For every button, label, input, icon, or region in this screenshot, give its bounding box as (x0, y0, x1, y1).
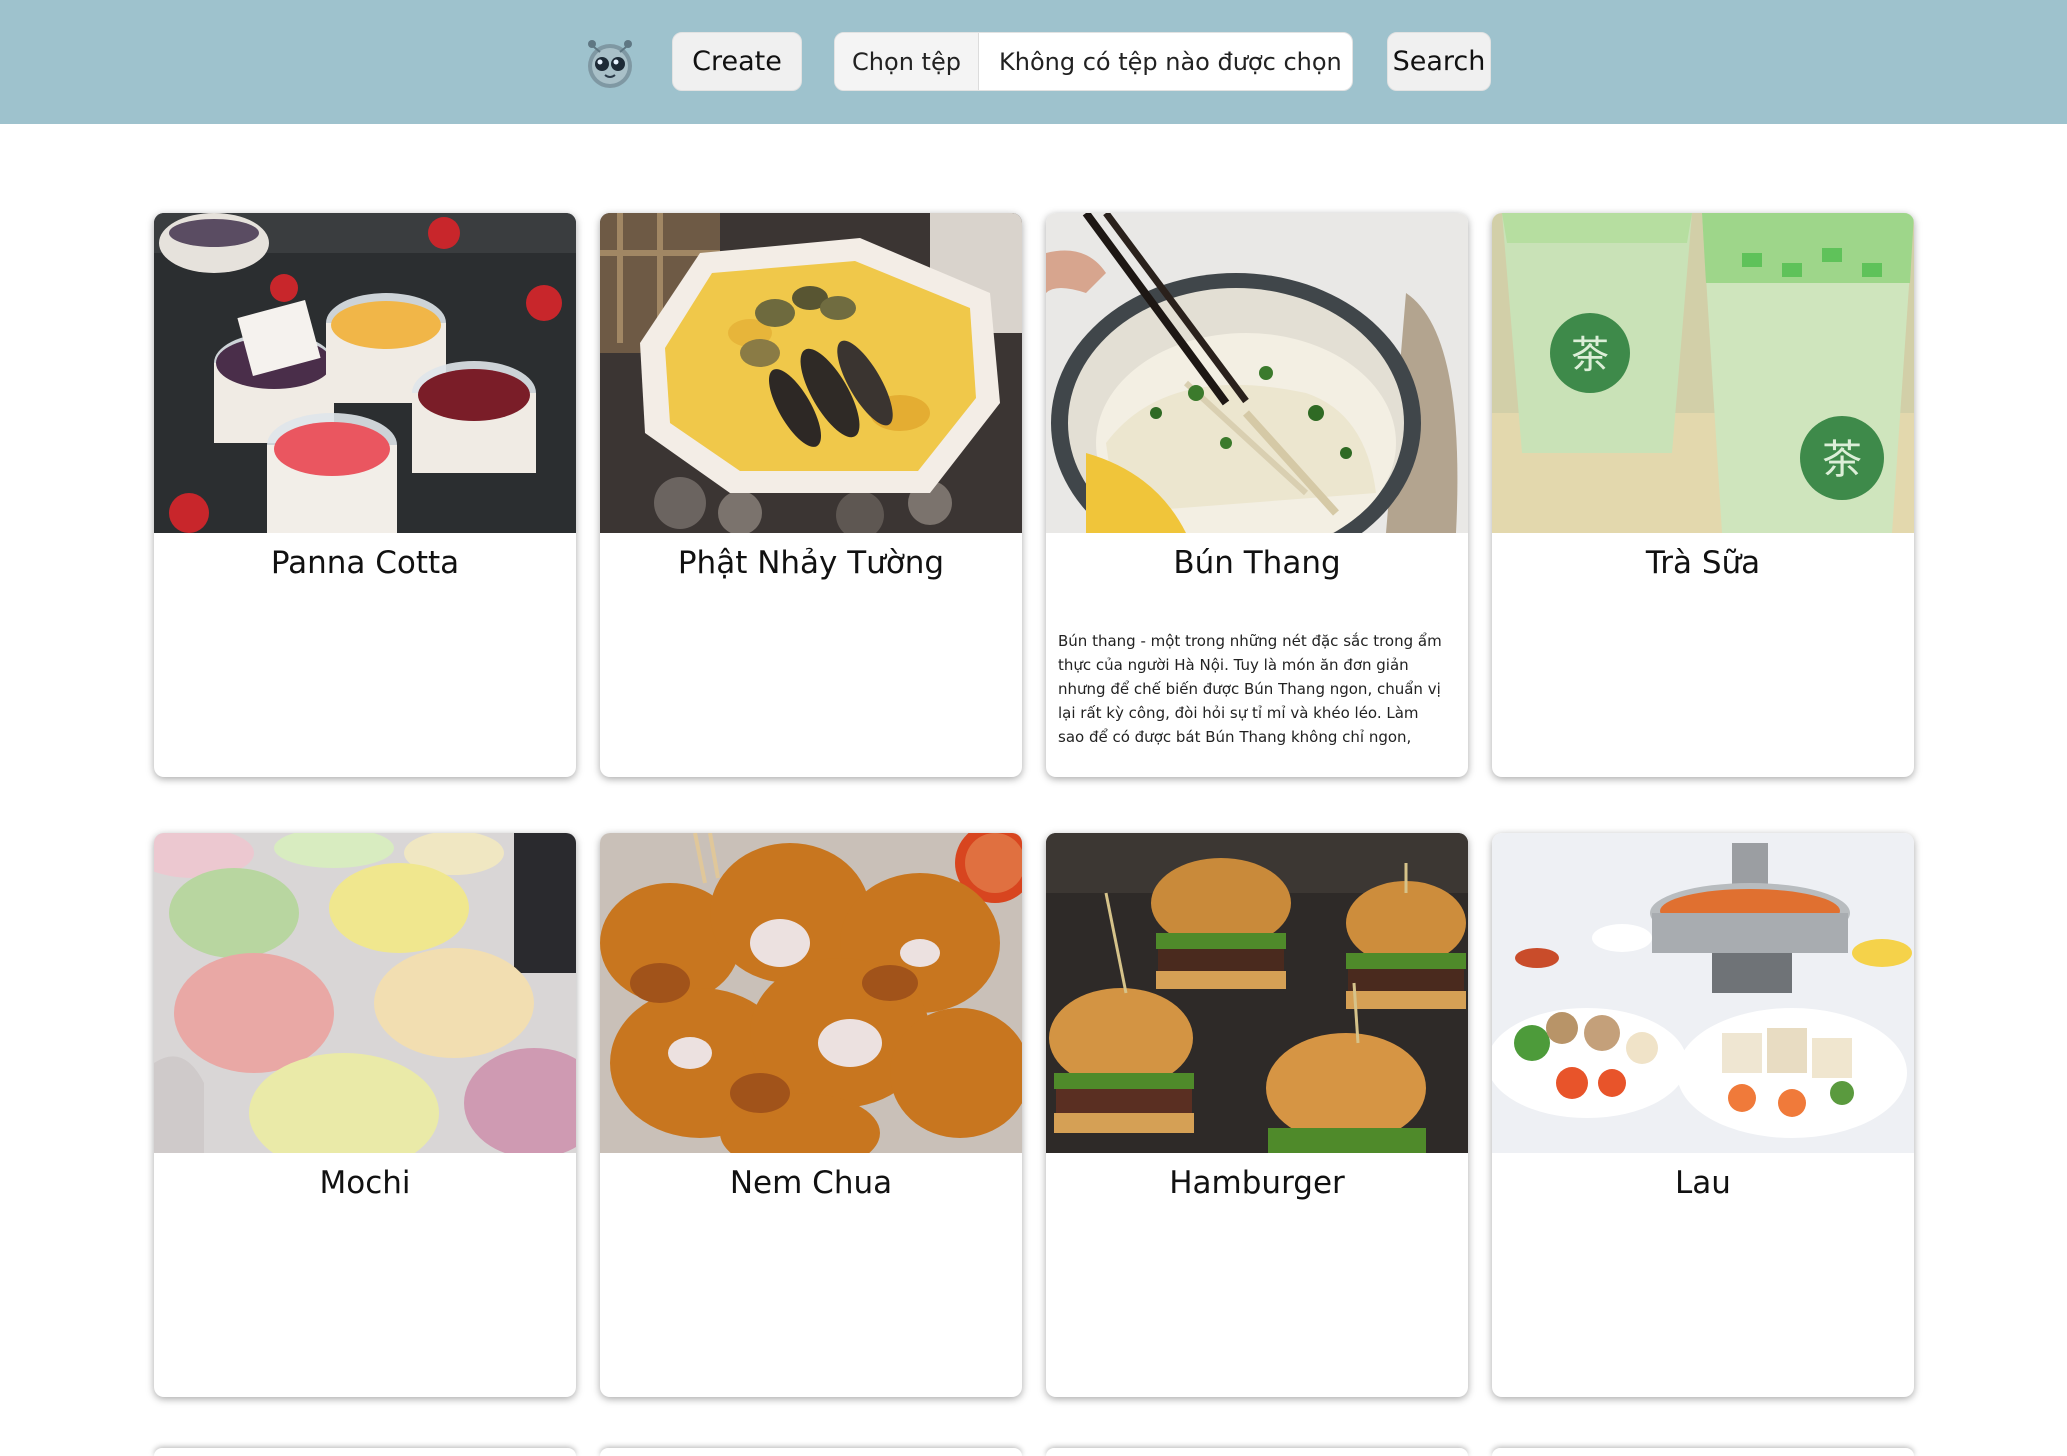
search-button[interactable]: Search (1387, 32, 1491, 91)
top-navbar: Create Chọn tệp Không có tệp nào được ch… (0, 0, 2067, 124)
card-title: Nem Chua (729, 1165, 893, 1201)
choose-file-button[interactable]: Chọn tệp (835, 33, 979, 90)
card-title: Lau (1675, 1165, 1731, 1201)
food-card-peek (1046, 1448, 1468, 1456)
create-button[interactable]: Create (672, 32, 802, 91)
food-card[interactable]: Lau (1492, 833, 1914, 1397)
phat-nhay-tuong-image (600, 213, 1022, 533)
next-row-cards-peek (154, 1448, 1914, 1456)
card-title: Panna Cotta (270, 545, 460, 581)
svg-text:茶: 茶 (1822, 437, 1862, 483)
food-card[interactable]: Hamburger (1046, 833, 1468, 1397)
card-title: Bún Thang (1173, 545, 1341, 581)
lau-image (1492, 833, 1914, 1153)
card-title: Hamburger (1169, 1165, 1345, 1201)
food-card-grid: Panna Cotta Phật Nhảy Tường Bún Thang Bú… (154, 213, 1914, 1397)
food-card-peek (600, 1448, 1022, 1456)
card-title: Phật Nhảy Tường (677, 545, 945, 581)
bun-thang-image (1046, 213, 1468, 533)
tra-sua-image: 茶 茶 (1492, 213, 1914, 533)
food-card[interactable]: Nem Chua (600, 833, 1022, 1397)
file-status-text: Không có tệp nào được chọn (999, 47, 1342, 76)
mochi-image (154, 833, 576, 1153)
panna-cotta-image (154, 213, 576, 533)
card-description: Bún thang - một trong những nét đặc sắc … (1058, 632, 1442, 746)
food-card[interactable]: Bún Thang Bún thang - một trong những né… (1046, 213, 1468, 777)
food-card[interactable]: Panna Cotta (154, 213, 576, 777)
food-card-peek (154, 1448, 576, 1456)
card-title: Mochi (319, 1165, 411, 1201)
svg-text:茶: 茶 (1571, 333, 1609, 377)
hamburger-image (1046, 833, 1468, 1153)
card-title: Trà Sữa (1645, 545, 1761, 581)
robot-logo-icon[interactable] (578, 30, 642, 94)
food-card[interactable]: Mochi (154, 833, 576, 1397)
file-upload-input[interactable]: Chọn tệp Không có tệp nào được chọn (834, 32, 1353, 91)
food-card[interactable]: 茶 茶 Trà Sữa (1492, 213, 1914, 777)
nem-chua-image (600, 833, 1022, 1153)
food-card-peek (1492, 1448, 1914, 1456)
food-card[interactable]: Phật Nhảy Tường (600, 213, 1022, 777)
